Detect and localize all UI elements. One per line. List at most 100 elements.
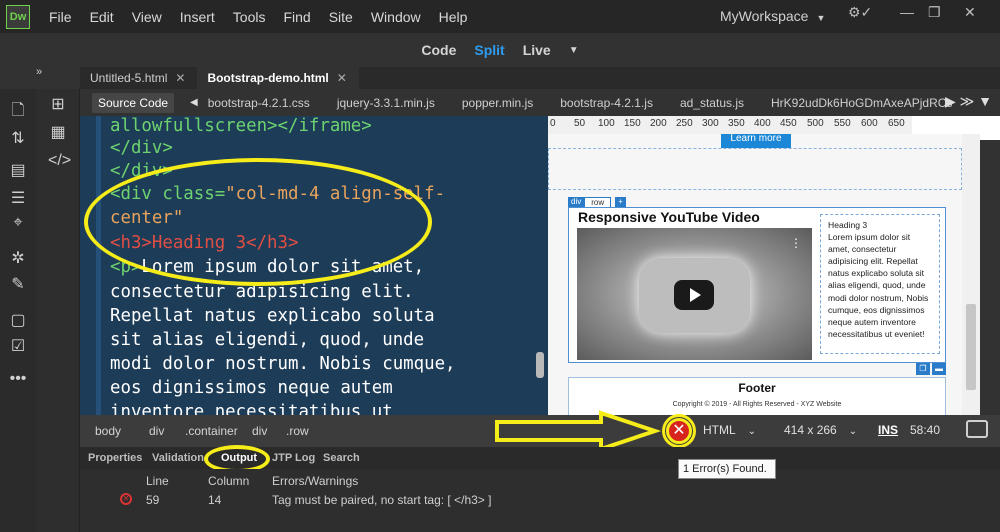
tab-properties[interactable]: Properties [88, 452, 142, 464]
element-icon[interactable]: ▦ [48, 123, 68, 143]
device-preview-icon[interactable] [966, 420, 988, 438]
errors-header: Errors/Warnings [272, 474, 359, 488]
menu-view[interactable]: View [123, 9, 171, 25]
tab-validation[interactable]: Validation [152, 452, 204, 464]
workspace-switcher[interactable]: MyWorkspace ▼ [720, 8, 825, 24]
scrollbar-thumb[interactable] [966, 304, 976, 390]
related-file[interactable]: ad_status.js [680, 96, 744, 110]
menu-window[interactable]: Window [362, 9, 430, 25]
code-line: </div> [110, 138, 173, 158]
container-outline [548, 148, 962, 190]
view-options-caret-icon[interactable]: ▼ [569, 45, 579, 56]
youtube-embed[interactable]: ⋮ [577, 228, 812, 360]
video-heading: Responsive YouTube Video [578, 209, 760, 225]
collapse-panel-icon[interactable]: » [36, 66, 42, 78]
comment-icon[interactable]: ▢ [8, 311, 28, 331]
related-file[interactable]: jquery-3.3.1.min.js [337, 96, 435, 110]
validate-icon[interactable]: ☑ [8, 337, 28, 357]
code-line: inventore necessitatibus ut [110, 402, 393, 415]
code-icon[interactable]: </> [48, 151, 71, 171]
chevron-left-icon[interactable]: ◀ [190, 97, 198, 108]
related-file[interactable]: popper.min.js [462, 96, 533, 110]
minimize-icon[interactable]: — [900, 4, 914, 20]
tag-selector-item[interactable]: div [149, 424, 164, 438]
ruler-tick: 500 [807, 118, 824, 129]
menu-tools[interactable]: Tools [224, 9, 275, 25]
dom-toolbar: ⊞ ▦ </> [36, 89, 80, 532]
workspace-label: MyWorkspace [720, 8, 809, 24]
insert-mode-toggle[interactable]: INS [878, 423, 898, 437]
menu-find[interactable]: Find [274, 9, 319, 25]
source-code-button[interactable]: Source Code [92, 92, 175, 113]
ruler-tick: 450 [780, 118, 797, 129]
column-header: Column [208, 474, 250, 488]
tag-selector-item[interactable]: .container [185, 424, 238, 438]
restore-icon[interactable]: ❐ [928, 4, 941, 21]
dom-tree-icon[interactable]: ⊞ [48, 95, 68, 115]
related-file[interactable]: bootstrap-4.2.1.js [560, 96, 653, 110]
file-transfer-icon[interactable]: ⇅ [8, 129, 28, 149]
youtube-logo-icon [639, 258, 750, 333]
tab-search[interactable]: Search [323, 452, 360, 464]
panels-icon[interactable]: ▤ [8, 161, 28, 181]
menu-site[interactable]: Site [320, 9, 362, 25]
code-view-button[interactable]: Code [421, 42, 456, 58]
more-vertical-icon[interactable]: ⋮ [790, 236, 802, 250]
code-scrollbar[interactable] [536, 352, 544, 378]
menu-help[interactable]: Help [430, 9, 477, 25]
tab-untitled-5[interactable]: Untitled-5.html ✕ [80, 67, 197, 89]
related-file[interactable]: HrK92udDk6HoGDmAxeAPjdRCs [771, 96, 952, 110]
tab-bootstrap-demo[interactable]: Bootstrap-demo.html ✕ [197, 67, 359, 89]
brush-icon[interactable]: ✎ [8, 275, 28, 295]
document-type-select[interactable]: HTML ⌄ [703, 423, 756, 437]
play-icon[interactable] [674, 280, 714, 310]
error-column[interactable]: 14 [208, 493, 221, 507]
tag-selector-item[interactable]: body [95, 424, 121, 438]
ruler-tick: 150 [624, 118, 641, 129]
menu-insert[interactable]: Insert [171, 9, 224, 25]
ruler-tick: 350 [728, 118, 745, 129]
menu-file[interactable]: File [40, 9, 81, 25]
format-icon[interactable]: ☰ [8, 189, 28, 209]
close-tab-icon[interactable]: ✕ [175, 71, 185, 85]
filter-icon[interactable]: ▶ ≫ ▼ [945, 93, 992, 110]
tab-jtp-log[interactable]: JTP Log [272, 452, 315, 464]
gear-icon[interactable]: ⚙✓ [848, 4, 872, 21]
column-text: Heading 3 Lorem ipsum dolor sit amet, co… [820, 214, 940, 354]
preview-scrollbar[interactable] [962, 134, 980, 415]
code-line: Repellat natus explicabo soluta [110, 306, 435, 326]
tag-selector-item[interactable]: .row [286, 424, 309, 438]
cursor-position: 58:40 [910, 423, 941, 437]
related-files-bar: Source Code ◀ bootstrap-4.2.1.css jquery… [80, 89, 1000, 116]
live-preview[interactable]: Learn more div row + Responsive YouTube … [548, 134, 980, 415]
ruler-tick: 250 [676, 118, 693, 129]
menu-edit[interactable]: Edit [81, 9, 123, 25]
window-size-select[interactable]: 414 x 266 ⌄ [784, 423, 857, 437]
wand-icon[interactable]: ✲ [8, 249, 28, 269]
live-view-button[interactable]: Live [523, 42, 551, 58]
error-icon[interactable]: ✕ [666, 418, 692, 444]
related-file[interactable]: bootstrap-4.2.1.css [208, 96, 310, 110]
tools-toolbar: 🗋 ⇅ ▤ ☰ ⌖ ✲ ✎ ▢ ☑ ••• [0, 89, 36, 532]
more-icon[interactable]: ••• [8, 369, 28, 389]
ruler-tick: 300 [702, 118, 719, 129]
column-paragraph: Lorem ipsum dolor sit amet, consectetur … [828, 232, 929, 339]
split-view-button[interactable]: Split [474, 42, 504, 58]
delete-icon[interactable]: ▬ [932, 363, 946, 375]
open-document-icon[interactable]: 🗋 [8, 101, 28, 121]
tag-selector-item[interactable]: div [252, 424, 267, 438]
learn-more-button[interactable]: Learn more [721, 134, 791, 148]
close-icon[interactable]: ✕ [964, 4, 976, 21]
ruler-tick: 550 [834, 118, 851, 129]
ruler-tick: 0 [550, 118, 556, 129]
footer-copyright: Copyright © 2019 - All Rights Reserved -… [672, 401, 842, 408]
error-message[interactable]: Tag must be paired, no start tag: [ </h3… [272, 493, 491, 507]
target-icon[interactable]: ⌖ [8, 213, 28, 233]
close-tab-icon[interactable]: ✕ [337, 71, 347, 85]
ruler-tick: 100 [598, 118, 615, 129]
highlight-ellipse [84, 158, 432, 286]
error-row-icon: ✕ [120, 493, 132, 505]
error-line[interactable]: 59 [146, 493, 159, 507]
copy-icon[interactable]: ❐ [916, 363, 930, 375]
code-line: modi dolor nostrum. Nobis cumque, [110, 354, 456, 374]
